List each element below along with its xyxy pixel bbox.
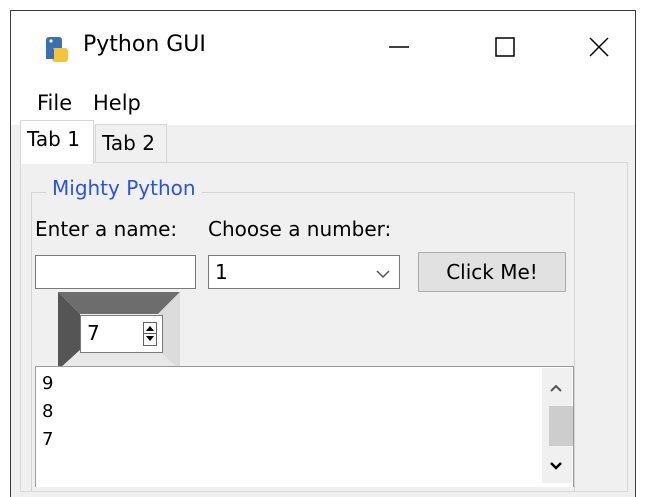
- maximize-icon: [495, 37, 515, 57]
- tab-1[interactable]: Tab 1: [20, 120, 94, 164]
- scrolled-text[interactable]: 9 8 7: [35, 366, 574, 487]
- text-line: 7: [42, 429, 54, 450]
- spinbox-arrows[interactable]: [143, 322, 157, 346]
- spin-divider: [144, 333, 156, 334]
- menu-help[interactable]: Help: [93, 91, 141, 115]
- scroll-up-icon[interactable]: [549, 378, 563, 397]
- minimize-button[interactable]: [371, 25, 427, 69]
- vertical-scrollbar[interactable]: [542, 368, 573, 483]
- chevron-down-icon[interactable]: [375, 265, 391, 284]
- name-input[interactable]: [35, 255, 196, 289]
- scrollbar-thumb[interactable]: [549, 406, 573, 446]
- click-me-button[interactable]: Click Me!: [418, 252, 566, 292]
- number-combobox[interactable]: 1: [208, 255, 400, 289]
- close-button[interactable]: [571, 25, 627, 69]
- combobox-value: 1: [215, 260, 228, 284]
- number-spinbox[interactable]: 7: [80, 315, 163, 353]
- menu-file[interactable]: File: [37, 91, 72, 115]
- scroll-down-icon[interactable]: [549, 456, 563, 475]
- text-line: 9: [42, 373, 54, 394]
- spin-up-icon[interactable]: [146, 326, 154, 331]
- spinbox-value: 7: [87, 321, 100, 345]
- text-line: 8: [42, 401, 54, 422]
- tab-2[interactable]: Tab 2: [95, 124, 167, 162]
- name-label: Enter a name:: [35, 217, 178, 241]
- maximize-button[interactable]: [477, 25, 533, 69]
- spin-down-icon[interactable]: [146, 336, 154, 341]
- labelframe-title: Mighty Python: [46, 176, 202, 200]
- title-bar[interactable]: Python GUI: [11, 11, 635, 83]
- window-title: Python GUI: [83, 32, 206, 57]
- menu-bar: File Help: [11, 83, 635, 125]
- python-logo-icon: [43, 35, 71, 65]
- minimize-icon: [389, 46, 409, 48]
- close-icon: [589, 37, 609, 57]
- number-label: Choose a number:: [208, 217, 392, 241]
